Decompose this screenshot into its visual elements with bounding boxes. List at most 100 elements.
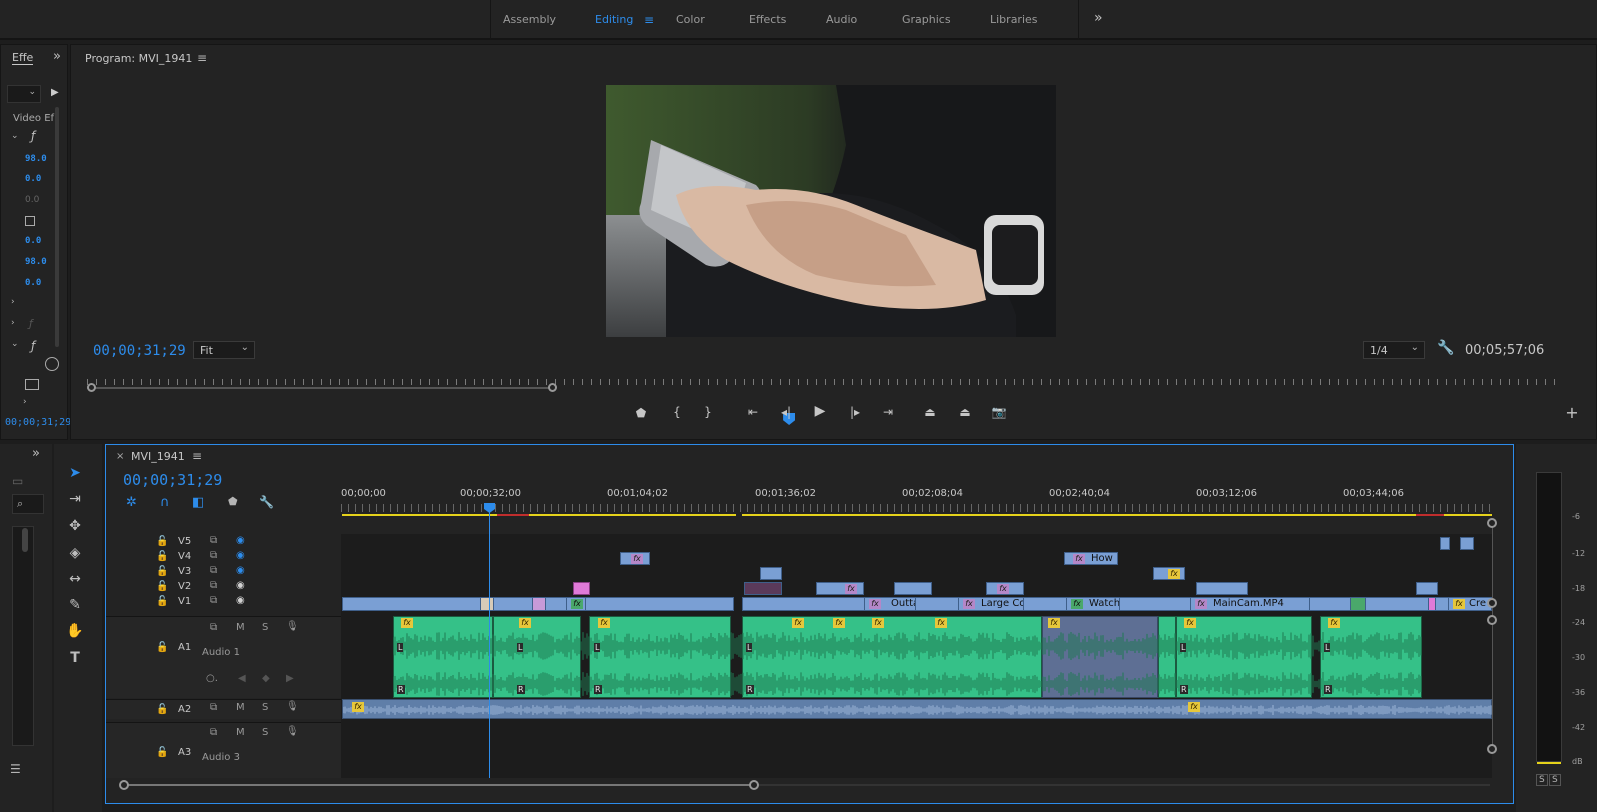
lock-icon[interactable]: 🔓 <box>156 536 168 547</box>
scrollbar[interactable] <box>55 107 59 347</box>
solo-right-button[interactable]: S <box>1549 774 1561 786</box>
solo-button[interactable]: S <box>262 727 268 738</box>
wrench-icon[interactable]: 🔧 <box>1437 340 1454 356</box>
program-monitor-title[interactable]: Program: MVI_1941 <box>85 52 192 65</box>
panel-menu-icon[interactable]: ≡ <box>197 51 207 65</box>
video-clip[interactable] <box>1428 597 1436 611</box>
ellipse-mask-icon[interactable] <box>45 357 59 371</box>
zoom-handle-left[interactable] <box>87 383 96 392</box>
keyframe-toggle-icon[interactable]: ○. <box>206 673 218 684</box>
extract-icon[interactable]: ⏏ <box>956 405 974 419</box>
zoom-handle[interactable] <box>1487 744 1497 754</box>
workspace-graphics[interactable]: Graphics <box>902 13 951 26</box>
rectangle-mask-icon[interactable] <box>25 379 39 390</box>
play-icon[interactable]: ▶ <box>811 403 829 419</box>
time-ruler[interactable] <box>87 379 1557 385</box>
chevron-down-icon[interactable]: ⌄ <box>11 131 19 141</box>
track-header-a3[interactable]: ⧉ M S 🎙 🔓 A3 Audio 3 <box>106 722 341 778</box>
lock-icon[interactable]: 🔓 <box>156 704 168 715</box>
video-clip[interactable] <box>1460 537 1474 550</box>
solo-button[interactable]: S <box>262 702 268 713</box>
playback-resolution-dropdown[interactable]: 1/4 ⌄ <box>1363 341 1425 359</box>
video-clip[interactable]: fx <box>620 552 650 565</box>
play-triangle-icon[interactable]: ▶ <box>51 87 59 98</box>
video-clip[interactable] <box>1350 597 1366 611</box>
list-view-icon[interactable]: ☰ <box>10 762 21 776</box>
effect-controls-tab[interactable]: Effe <box>12 51 34 65</box>
selection-tool-icon[interactable]: ➤ <box>66 464 84 482</box>
sync-lock-icon[interactable]: ⧉ <box>210 580 217 591</box>
video-clip[interactable] <box>532 597 546 611</box>
snap-icon[interactable]: ∩ <box>160 495 170 510</box>
razor-tool-icon[interactable]: ◈ <box>66 544 84 562</box>
lock-icon[interactable]: 🔓 <box>156 596 168 607</box>
video-clip[interactable]: fx Cre <box>1448 597 1492 611</box>
track-header-v4[interactable]: 🔓 V4 ⧉ ◉ <box>106 550 341 564</box>
chevron-right-icon[interactable]: › <box>23 397 27 407</box>
go-to-in-icon[interactable]: ⇤ <box>744 405 762 419</box>
chevron-down-icon[interactable]: ⌄ <box>11 339 19 349</box>
mute-button[interactable]: M <box>236 702 245 713</box>
workspace-color[interactable]: Color <box>676 13 705 26</box>
track-header-a2[interactable]: ⧉ M S 🎙 🔓 A2 <box>106 699 341 719</box>
close-icon[interactable]: × <box>116 451 124 462</box>
video-clip[interactable]: fx Large Co <box>958 597 1024 611</box>
search-field[interactable]: ⌕ <box>12 494 44 514</box>
zoom-scrollbar[interactable] <box>87 387 555 389</box>
microphone-icon[interactable]: 🎙 <box>286 621 299 632</box>
mark-in-icon[interactable]: { <box>668 405 686 419</box>
track-select-tool-icon[interactable]: ⇥ <box>66 490 84 508</box>
hand-tool-icon[interactable]: ✋ <box>66 622 84 640</box>
position-value[interactable]: 98.0 <box>25 153 47 164</box>
more-workspaces-icon[interactable]: » <box>1094 10 1103 26</box>
microphone-icon[interactable]: 🎙 <box>286 726 299 737</box>
add-button-icon[interactable]: + <box>1563 403 1581 422</box>
track-header-v5[interactable]: 🔓 V5 ⧉ ◉ <box>106 535 341 549</box>
toggle-output-icon[interactable]: ◉ <box>236 535 245 546</box>
video-clip[interactable] <box>480 597 494 611</box>
workspace-assembly[interactable]: Assembly <box>503 13 556 26</box>
scrollbar[interactable] <box>22 528 28 552</box>
video-clip[interactable]: fx How <box>1064 552 1118 565</box>
track-header-v1[interactable]: 🔓 V1 ⧉ ◉ <box>106 595 341 609</box>
work-area-bar[interactable] <box>342 514 736 516</box>
zoom-handle[interactable] <box>1487 598 1497 608</box>
sync-lock-icon[interactable]: ⧉ <box>210 702 217 713</box>
zoom-handle-right[interactable] <box>548 383 557 392</box>
lock-icon[interactable]: 🔓 <box>156 581 168 592</box>
timeline-settings-icon[interactable]: 🔧 <box>259 495 274 509</box>
workspace-libraries[interactable]: Libraries <box>990 13 1038 26</box>
mute-button[interactable]: M <box>236 727 245 738</box>
sync-lock-icon[interactable]: ⧉ <box>210 595 217 606</box>
lock-icon[interactable]: 🔓 <box>156 642 168 653</box>
scroll-handle-left[interactable] <box>119 780 129 790</box>
video-clip[interactable] <box>1440 537 1450 550</box>
next-keyframe-icon[interactable]: ▶ <box>286 673 294 684</box>
add-keyframe-icon[interactable]: ◆ <box>262 673 270 684</box>
eye-icon[interactable]: ◉ <box>236 580 245 591</box>
sequence-tab[interactable]: MVI_1941 <box>131 450 185 463</box>
workspace-editing[interactable]: Editing <box>595 13 633 26</box>
lock-icon[interactable]: 🔓 <box>156 551 168 562</box>
go-to-out-icon[interactable]: ⇥ <box>879 405 897 419</box>
project-list[interactable] <box>12 526 34 746</box>
eye-icon[interactable]: ◉ <box>236 595 245 606</box>
video-clip[interactable] <box>744 582 782 595</box>
lock-icon[interactable]: 🔓 <box>156 747 168 758</box>
vertical-zoom-scrollbar[interactable] <box>1492 519 1493 749</box>
panel-overflow-icon[interactable]: » <box>53 49 61 64</box>
sync-lock-icon[interactable]: ⧉ <box>210 535 217 546</box>
video-clip[interactable]: fx MainCam.MP4 <box>1190 597 1310 611</box>
audio-clip-a2[interactable] <box>342 699 1492 719</box>
video-clip[interactable]: fx <box>566 597 586 611</box>
mute-button[interactable]: M <box>236 622 245 633</box>
export-frame-icon[interactable]: 📷 <box>990 405 1008 419</box>
slip-tool-icon[interactable]: ↔ <box>66 570 84 588</box>
panel-menu-icon[interactable]: ≡ <box>192 449 202 463</box>
sync-lock-icon[interactable]: ⧉ <box>210 727 217 738</box>
sync-lock-icon[interactable]: ⧉ <box>210 550 217 561</box>
pen-tool-icon[interactable]: ✎ <box>66 596 84 614</box>
workspace-effects[interactable]: Effects <box>749 13 786 26</box>
clip-selector-dropdown[interactable]: ⌄ <box>7 85 41 103</box>
sync-lock-icon[interactable]: ⧉ <box>210 622 217 633</box>
